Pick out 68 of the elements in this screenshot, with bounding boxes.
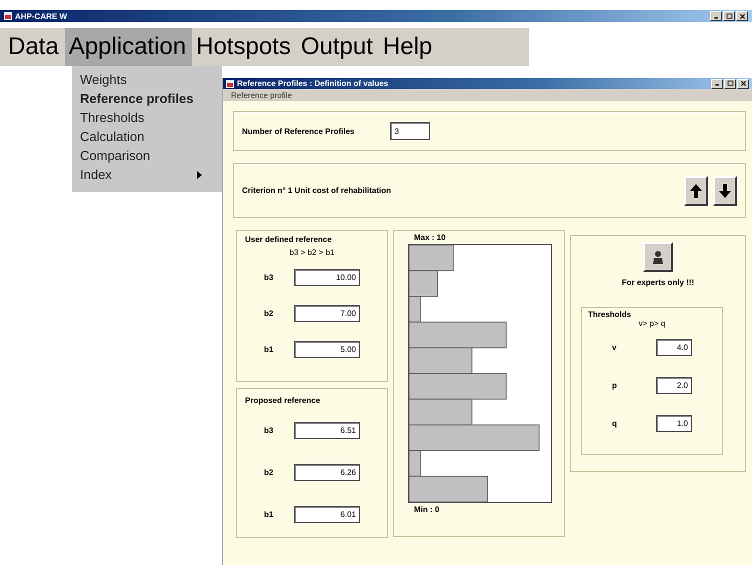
minimize-button[interactable] [710,11,722,21]
menu-item-label: Reference profiles [80,91,194,106]
field-label: Number of Reference Profiles [242,126,354,136]
maximize-button[interactable] [724,78,736,88]
order-label: v> p> q [638,319,666,328]
menu-item[interactable]: Output [296,28,379,66]
criterion-label: Criterion n° 1 Unit cost of rehabilitation [242,186,391,195]
next-button[interactable] [713,176,737,206]
field-label: b3 [264,426,274,436]
group-title: Proposed reference [245,396,320,405]
previous-button[interactable] [684,176,708,206]
menu-item-label: Weights [80,72,127,87]
input-field[interactable]: 6.26 [294,464,360,481]
close-icon [738,12,746,20]
menu-item[interactable]: Reference profiles [80,89,220,108]
menu-item-label: Comparison [80,148,150,163]
min-label: Min : 0 [413,505,440,514]
menu-item-label: Calculation [80,129,144,144]
menu-item-label: Index [80,167,112,182]
menu-item[interactable]: Comparison [80,146,202,165]
maximize-icon [726,12,732,20]
input-field[interactable]: 3 [390,122,430,140]
app-icon [4,12,12,20]
input-field[interactable]: 2.0 [656,376,692,394]
input-field[interactable]: 1.0 [656,414,692,432]
menu-item-label: Thresholds [80,110,144,125]
input-field[interactable]: 4.0 [656,338,692,356]
menu-item[interactable]: Index [80,165,202,184]
app-icon [226,80,234,88]
submenu-arrow-icon [197,170,202,178]
field-label: b2 [264,468,274,477]
window-title: AHP-CARE W [15,12,67,20]
menu-item[interactable]: Weights [80,70,202,89]
input-field[interactable]: 10.00 [294,268,360,286]
menu-item[interactable]: Application [64,28,192,66]
down-arrow-icon [719,184,731,198]
max-label: Max : 10 [413,233,447,242]
menu-item[interactable]: Calculation [80,127,202,146]
menu-item[interactable]: Help [378,28,438,66]
menu-item[interactable]: Thresholds [80,108,202,127]
close-button[interactable] [737,78,749,88]
window-title: Reference Profiles : Definition of values [237,79,388,88]
input-field[interactable]: 6.01 [294,506,360,523]
field-label: v [612,342,618,352]
expert-note: For experts only !!! [622,278,694,287]
input-field[interactable]: 5.00 [294,340,360,358]
field-label: b1 [264,510,274,519]
close-button[interactable] [736,11,748,21]
group-title: Thresholds [588,310,632,319]
maximize-button[interactable] [723,11,735,21]
field-label: b3 [264,272,274,282]
close-icon [740,80,746,87]
maximize-icon [726,80,734,87]
person-icon [651,250,665,264]
field-label: b1 [264,344,274,354]
menu-item[interactable]: Hotspots [192,28,297,66]
input-field[interactable]: 6.51 [294,422,360,440]
field-label: b2 [264,308,274,318]
field-label: p [612,380,618,390]
field-label: q [612,418,618,428]
expert-button[interactable] [643,242,673,272]
up-arrow-icon [690,184,702,198]
group-title: User defined reference [245,235,332,244]
menu-item[interactable]: Reference profile [231,90,292,100]
input-field[interactable]: 7.00 [294,304,360,322]
order-label: b3 > b2 > b1 [290,248,334,257]
minimize-button[interactable] [711,78,723,88]
menu-item[interactable]: Data [4,28,65,66]
